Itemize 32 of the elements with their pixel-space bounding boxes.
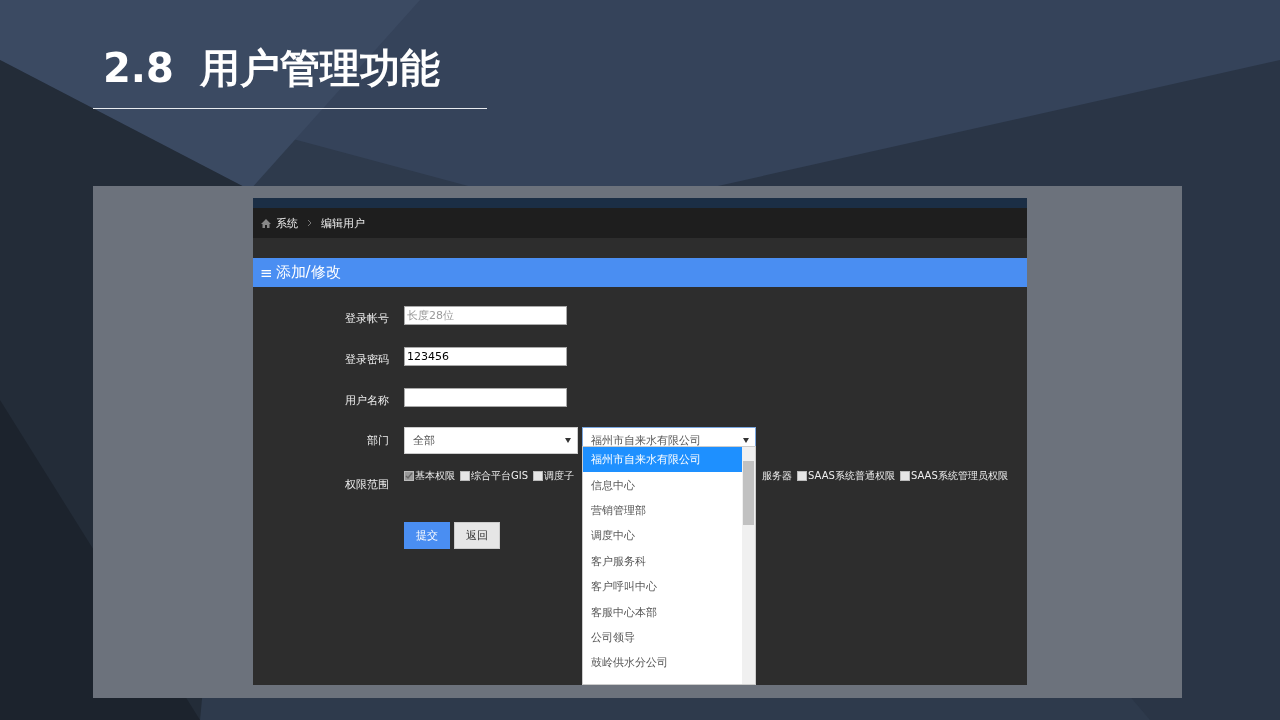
field-label: 登录密码	[344, 352, 389, 367]
breadcrumb-item[interactable]: 系统	[276, 215, 298, 231]
field-label: 权限范围	[344, 477, 389, 492]
input-field[interactable]	[404, 388, 567, 407]
breadcrumb-item[interactable]: 编辑用户	[321, 215, 365, 231]
menu-icon: ≡	[260, 263, 273, 282]
section-number: 2.8	[103, 44, 174, 93]
chevron-icon	[307, 219, 312, 227]
scrollbar[interactable]	[742, 447, 755, 684]
checkbox-label: 基本权限	[415, 469, 455, 483]
checkbox[interactable]	[460, 471, 470, 481]
checkbox-label: SAAS系统管理员权限	[910, 469, 1008, 483]
input-field[interactable]: 长度28位	[404, 306, 567, 325]
slide-title: 用户管理功能	[199, 44, 440, 93]
checkbox-label: 调度子	[544, 469, 575, 483]
input-field[interactable]: 123456	[404, 347, 567, 366]
checkbox[interactable]	[899, 471, 910, 481]
panel-title: 添加/修改	[275, 263, 341, 282]
field-label: 用户名称	[344, 393, 389, 408]
caret-icon	[743, 438, 749, 443]
back-button[interactable]: 返回	[454, 521, 500, 549]
caret-icon	[565, 438, 571, 443]
field-label: 部门	[366, 433, 389, 448]
checkbox-label: 服务器	[762, 469, 793, 483]
home-icon	[261, 218, 271, 228]
checkbox[interactable]	[404, 471, 414, 481]
checkbox-label: SAAS系统普通权限	[808, 469, 895, 483]
checkbox[interactable]	[533, 471, 544, 481]
checkbox[interactable]	[797, 471, 808, 481]
checkbox-label: 综合平台GIS	[471, 469, 529, 483]
field-label: 登录帐号	[344, 311, 389, 326]
department-select[interactable]: 全部	[404, 427, 578, 454]
